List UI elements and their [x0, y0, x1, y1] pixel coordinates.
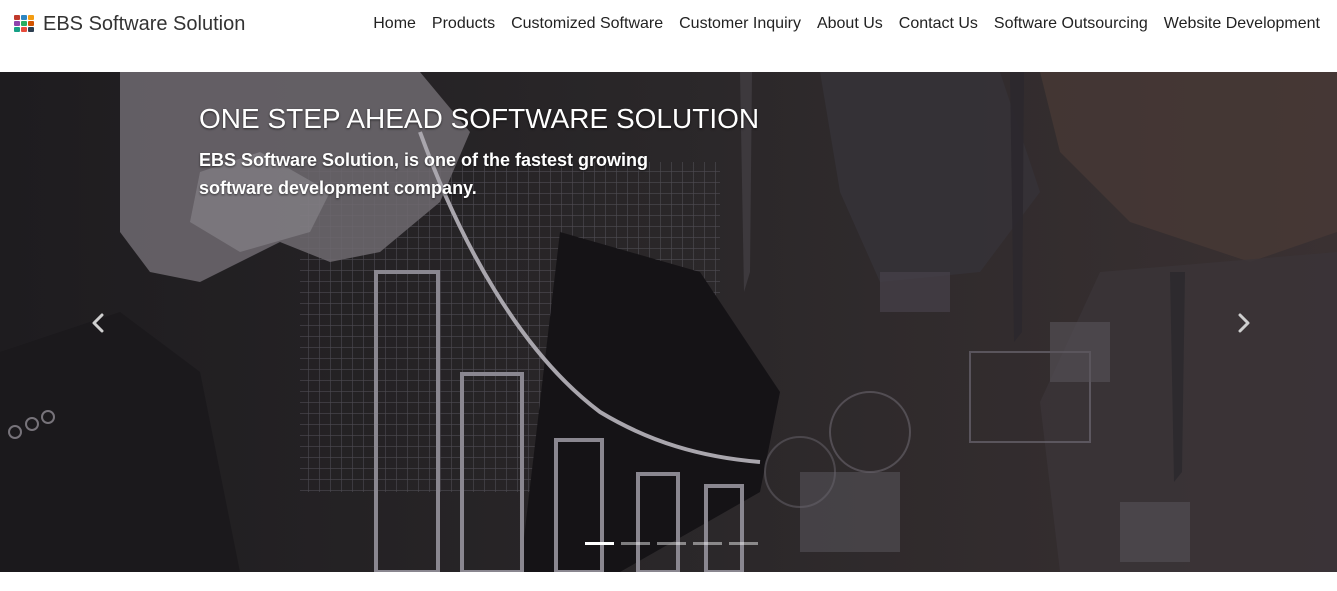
carousel-indicators — [585, 542, 765, 545]
brand-name: EBS Software Solution — [43, 12, 246, 35]
menu-item-software-outsourcing: Software Outsourcing — [994, 13, 1148, 35]
nav-link-products[interactable]: Products — [432, 15, 495, 32]
brand-link[interactable]: EBS Software Solution — [14, 10, 245, 38]
nav-link-website-development[interactable]: Website Development — [1164, 15, 1320, 32]
nav-link-about-us[interactable]: About Us — [817, 15, 883, 32]
nav-link-customized-software[interactable]: Customized Software — [511, 15, 663, 32]
page-content-area — [0, 572, 1337, 591]
carousel-indicator-1[interactable] — [585, 542, 614, 545]
carousel-indicator-2[interactable] — [621, 542, 650, 545]
nav-link-software-outsourcing[interactable]: Software Outsourcing — [994, 15, 1148, 32]
menu-item-products: Products — [432, 13, 495, 35]
top-navbar: EBS Software Solution Home Products Cust… — [0, 0, 1337, 72]
carousel-indicator-4[interactable] — [693, 542, 722, 545]
carousel-prev-button[interactable] — [83, 308, 113, 338]
nav-link-contact-us[interactable]: Contact Us — [899, 15, 978, 32]
menu-item-customer-inquiry: Customer Inquiry — [679, 13, 801, 35]
menu-item-home: Home — [373, 13, 416, 35]
chevron-right-icon — [1238, 313, 1250, 333]
hero-subtitle: EBS Software Solution, is one of the fas… — [199, 150, 649, 198]
nav-link-home[interactable]: Home — [373, 15, 416, 32]
carousel-next-button[interactable] — [1229, 308, 1259, 338]
menu-item-contact-us: Contact Us — [899, 13, 978, 35]
carousel-indicator-5[interactable] — [729, 542, 758, 545]
nav-link-customer-inquiry[interactable]: Customer Inquiry — [679, 15, 801, 32]
main-menu: Home Products Customized Software Custom… — [357, 13, 1320, 35]
menu-item-website-development: Website Development — [1164, 13, 1320, 35]
ebs-logo-icon — [14, 15, 36, 33]
menu-item-about-us: About Us — [817, 13, 883, 35]
menu-item-customized-software: Customized Software — [511, 13, 663, 35]
hero-title: ONE STEP AHEAD SOFTWARE SOLUTION — [199, 103, 760, 134]
hero-carousel: ONE STEP AHEAD SOFTWARE SOLUTION EBS Sof… — [0, 72, 1337, 572]
carousel-indicator-3[interactable] — [657, 542, 686, 545]
chevron-left-icon — [92, 313, 104, 333]
